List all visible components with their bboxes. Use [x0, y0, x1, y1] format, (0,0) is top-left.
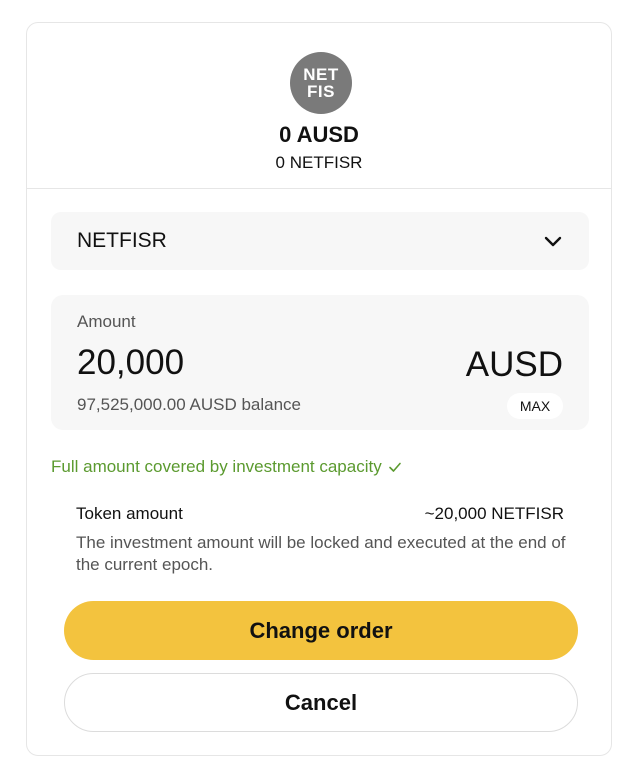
- position-value: 0 AUSD: [279, 122, 359, 147]
- token-amount-value: ~20,000 NETFISR: [424, 504, 564, 523]
- token-selector-value: NETFISR: [77, 229, 167, 252]
- cancel-button[interactable]: Cancel: [64, 673, 578, 732]
- capacity-status: Full amount covered by investment capaci…: [51, 457, 402, 477]
- invest-card: NET FIS 0 AUSD 0 NETFISR NETFISR Amount …: [26, 22, 612, 756]
- max-button[interactable]: MAX: [507, 393, 563, 419]
- wallet-balance: 97,525,000.00 AUSD balance: [77, 395, 302, 414]
- amount-currency: AUSD: [465, 345, 563, 384]
- token-logo-line2: FIS: [307, 82, 335, 101]
- amount-label: Amount: [77, 312, 136, 331]
- amount-input[interactable]: [77, 343, 377, 383]
- chevron-down-icon: [544, 236, 562, 247]
- token-selector[interactable]: NETFISR: [51, 212, 589, 270]
- token-logo-line1: NET: [303, 65, 339, 84]
- check-icon: [388, 462, 401, 472]
- epoch-note: The investment amount will be locked and…: [76, 533, 566, 574]
- token-amount-label: Token amount: [76, 504, 183, 523]
- card-header: NET FIS 0 AUSD 0 NETFISR: [27, 23, 611, 189]
- token-logo: NET FIS: [290, 52, 352, 114]
- change-order-button[interactable]: Change order: [64, 601, 578, 660]
- position-token-amount: 0 NETFISR: [275, 153, 363, 172]
- capacity-status-text: Full amount covered by investment capaci…: [51, 457, 382, 476]
- amount-panel: Amount AUSD 97,525,000.00 AUSD balance M…: [51, 295, 589, 430]
